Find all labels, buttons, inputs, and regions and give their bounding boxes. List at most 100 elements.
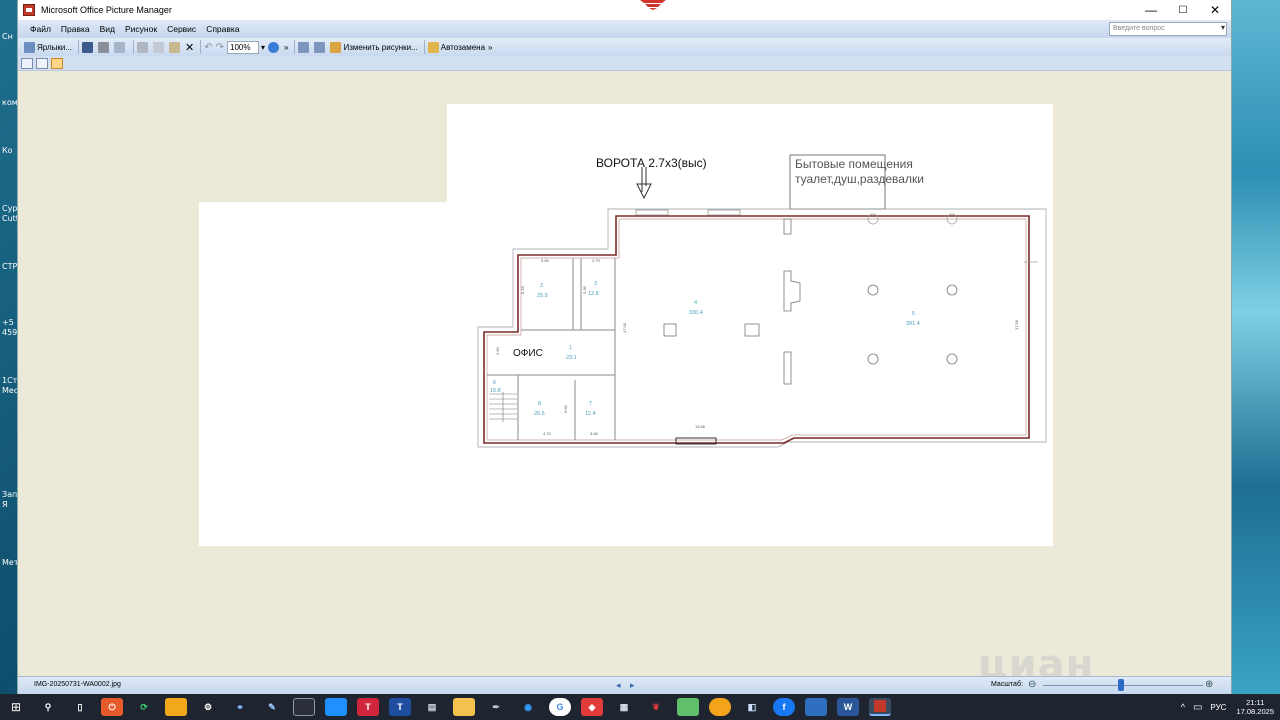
network-users-icon[interactable]: ⚭ xyxy=(229,698,251,716)
remote-desktop-icon[interactable] xyxy=(325,698,347,716)
window-title: Microsoft Office Picture Manager xyxy=(41,5,172,15)
word-icon[interactable]: W xyxy=(837,698,859,716)
shortcuts-button[interactable]: Ярлыки... xyxy=(24,40,72,55)
rotate-left-icon xyxy=(298,41,310,53)
yandex-icon[interactable] xyxy=(709,698,731,716)
redo-button[interactable]: ↷ xyxy=(216,40,224,55)
tray-clock[interactable]: 21:11 17.08.2025 xyxy=(1236,698,1274,716)
close-button[interactable]: ✕ xyxy=(1199,0,1231,20)
status-filename: IMG-20250731-WA0002.jpg xyxy=(34,681,121,688)
dimension-label: 5.69 xyxy=(541,258,550,263)
print-button[interactable] xyxy=(98,40,111,55)
column xyxy=(867,284,879,296)
rotate-right-button[interactable] xyxy=(314,40,327,55)
help-search-input[interactable]: Введите вопрос xyxy=(1109,22,1227,36)
text-editor-red-icon[interactable]: T xyxy=(357,698,379,716)
menu-tools[interactable]: Сервис xyxy=(167,24,196,34)
desktop-label[interactable]: Ко xyxy=(2,146,13,155)
network-icon[interactable]: ▤ xyxy=(421,698,443,716)
keyboard-icon[interactable]: ▭ xyxy=(1193,702,1202,713)
room-area: 25.5 xyxy=(537,293,548,299)
menu-view[interactable]: Вид xyxy=(100,24,115,34)
next-picture-button[interactable]: ▸ xyxy=(630,680,635,691)
overflow-icon: » xyxy=(284,42,289,52)
desktop-label[interactable]: Я xyxy=(2,500,8,509)
desktop-label[interactable]: 459 xyxy=(2,328,17,337)
desktop-label[interactable]: Cyp xyxy=(2,204,17,213)
chrome-browser-icon[interactable]: G xyxy=(549,698,571,716)
app-icon[interactable] xyxy=(23,4,35,16)
desktop-label[interactable]: Зап xyxy=(2,490,17,499)
undo-icon: ↶ xyxy=(204,41,213,53)
desktop-label[interactable]: ком xyxy=(2,98,18,107)
terminal-icon[interactable] xyxy=(293,698,315,716)
rotate-left-button[interactable] xyxy=(298,40,311,55)
app-power-icon[interactable]: ⏻ xyxy=(101,698,123,716)
desktop-label[interactable]: Мес xyxy=(2,386,18,395)
desktop-label[interactable]: Сн xyxy=(2,32,13,41)
paste-button[interactable] xyxy=(169,40,182,55)
undo-button[interactable]: ↶ xyxy=(204,40,212,55)
picture-canvas[interactable]: ВОРОТА 2.7х3(выс) Бытовые помещения туал… xyxy=(18,72,1231,707)
room-number: 6 xyxy=(493,380,496,386)
gate-label: ВОРОТА 2.7х3(выс) xyxy=(596,156,707,170)
anydesk-icon[interactable]: ◆ xyxy=(581,698,603,716)
menu-file[interactable]: Файл xyxy=(30,24,51,34)
task-view-icon[interactable]: ▯ xyxy=(69,698,91,716)
edit-pictures-icon xyxy=(330,41,342,53)
tray-chevron-up-icon[interactable]: ^ xyxy=(1181,702,1185,712)
book-app-icon[interactable]: ◧ xyxy=(741,698,763,716)
cut-button[interactable] xyxy=(137,40,150,55)
menu-edit[interactable]: Правка xyxy=(61,24,90,34)
filmstrip-view-button[interactable] xyxy=(36,57,48,69)
settings-gear-icon[interactable]: ⚙ xyxy=(197,698,219,716)
email-button[interactable] xyxy=(114,40,127,55)
desktop-label[interactable]: +5 xyxy=(2,318,14,327)
column xyxy=(663,323,677,337)
amenities-line2: туалет,душ,раздевалки xyxy=(795,172,924,186)
edit-pictures-button[interactable]: Изменить рисунки... xyxy=(330,40,418,55)
input-language[interactable]: РУС xyxy=(1210,703,1226,712)
menu-picture[interactable]: Рисунок xyxy=(125,24,157,34)
desktop-label[interactable]: СТР xyxy=(2,262,17,271)
single-picture-view-button[interactable] xyxy=(51,57,63,69)
save-button[interactable] xyxy=(82,40,95,55)
menu-help[interactable]: Справка xyxy=(206,24,239,34)
wall-stub xyxy=(783,351,792,385)
notes-app-icon[interactable] xyxy=(677,698,699,716)
file-explorer-icon[interactable] xyxy=(453,698,475,716)
desktop-label[interactable]: Мет xyxy=(2,558,18,567)
zoom-input[interactable]: 100% xyxy=(227,40,260,54)
paint-icon[interactable]: ✎ xyxy=(261,698,283,716)
room-area: 12.8 xyxy=(588,291,599,297)
minimize-button[interactable]: — xyxy=(1135,0,1167,20)
toolbar-overflow-button[interactable]: » xyxy=(284,40,288,55)
text-editor-blue-icon[interactable]: T xyxy=(389,698,411,716)
thumbnail-view-button[interactable] xyxy=(21,57,33,69)
tool-icon[interactable]: ✒ xyxy=(485,698,507,716)
edge-browser-icon[interactable]: ◉ xyxy=(517,698,539,716)
feather-app-icon[interactable]: ❦ xyxy=(645,698,667,716)
column xyxy=(867,353,879,365)
dimension-label: 13.06 xyxy=(695,424,706,429)
zoom-slider-thumb[interactable] xyxy=(1118,679,1124,691)
copy-button[interactable] xyxy=(153,40,166,55)
help-button[interactable] xyxy=(268,40,281,55)
zoom-out-icon[interactable]: ⊖ xyxy=(1028,679,1036,690)
zoom-in-icon[interactable]: ⊕ xyxy=(1205,679,1213,690)
calculator-icon[interactable]: ▦ xyxy=(613,698,635,716)
windows-start-button[interactable]: ⊞ xyxy=(0,694,32,720)
delete-button[interactable]: ✕ xyxy=(185,40,194,55)
zoom-dropdown-button[interactable]: ▾ xyxy=(261,40,265,55)
search-icon[interactable]: ⚲ xyxy=(37,698,59,716)
facebook-icon[interactable]: f xyxy=(773,698,795,716)
maximize-button[interactable]: ☐ xyxy=(1167,0,1199,20)
photo-app-icon[interactable] xyxy=(805,698,827,716)
autocorrect-button[interactable]: Автозамена xyxy=(427,40,485,55)
picture-manager-taskbar-icon[interactable] xyxy=(869,698,891,716)
previous-picture-button[interactable]: ◂ xyxy=(616,680,621,691)
sync-icon[interactable]: ⟳ xyxy=(133,698,155,716)
toolbar-overflow-button[interactable]: » xyxy=(488,40,492,55)
title-bar[interactable]: Microsoft Office Picture Manager — ☐ ✕ xyxy=(18,0,1231,20)
app-tablet-icon[interactable] xyxy=(165,698,187,716)
